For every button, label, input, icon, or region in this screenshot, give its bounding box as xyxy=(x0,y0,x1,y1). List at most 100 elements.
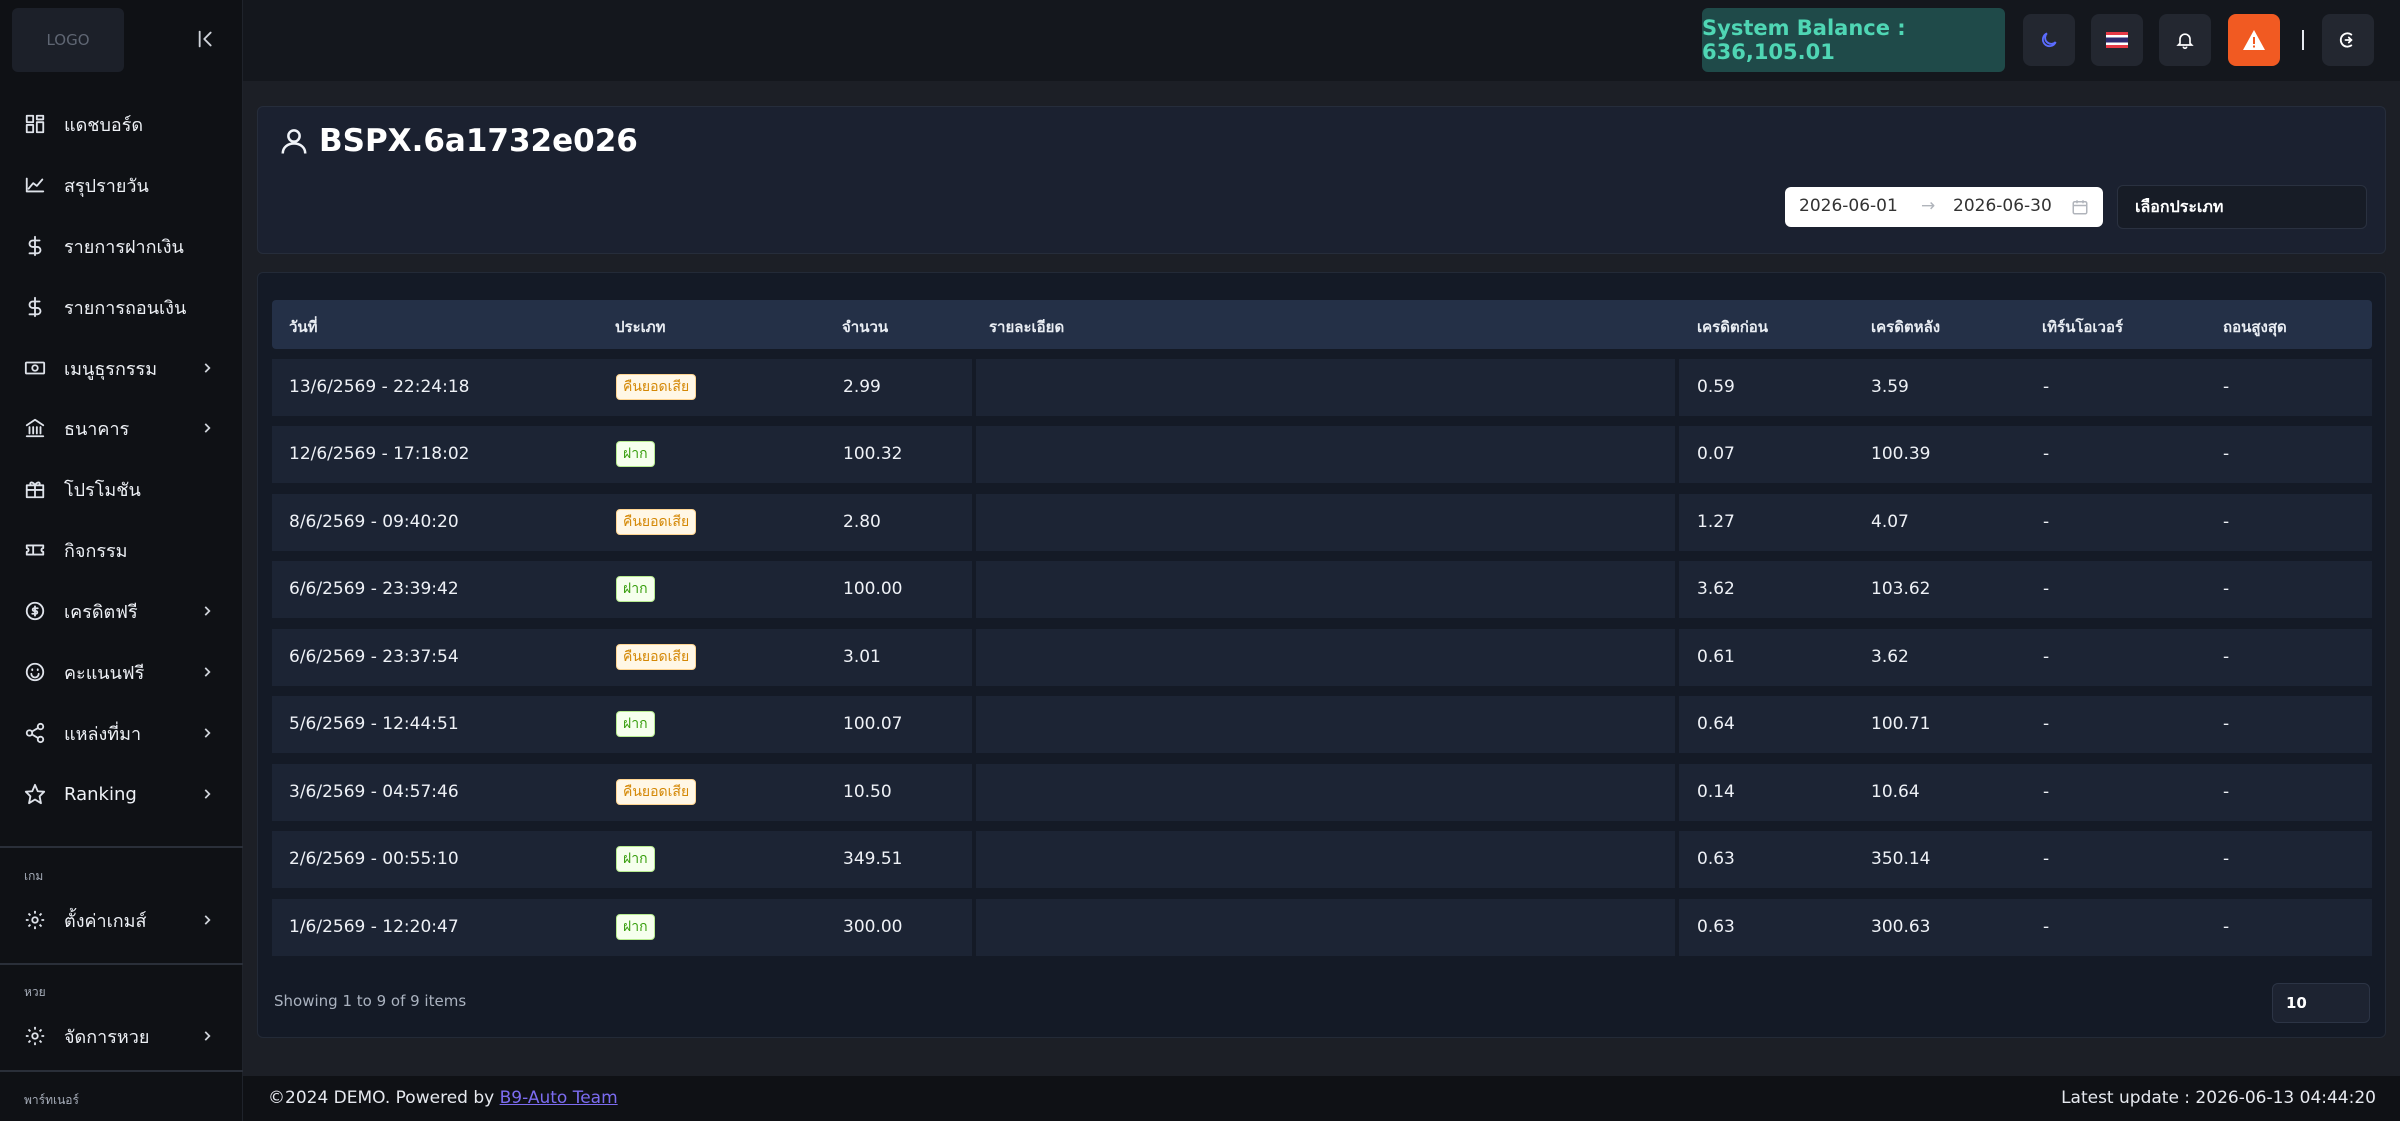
section-divider xyxy=(0,1070,243,1072)
sidebar-item-4[interactable]: เมนูธุรกรรม xyxy=(0,346,243,390)
type-badge: ฝาก xyxy=(616,846,655,872)
sidebar-item-0[interactable]: แดชบอร์ด xyxy=(0,102,243,146)
sidebar-item-game-settings[interactable]: ตั้งค่าเกมส์ xyxy=(0,898,243,942)
cell-divider xyxy=(1675,629,1679,686)
column-header-max-withdraw[interactable]: ถอนสูงสุด xyxy=(2223,315,2287,339)
cell-max-withdraw: - xyxy=(2223,444,2230,464)
cell-date: 1/6/2569 - 12:20:47 xyxy=(289,917,459,937)
cell-divider xyxy=(972,899,976,956)
bell-icon xyxy=(2176,33,2194,50)
cell-divider xyxy=(972,831,976,888)
cell-turnover: - xyxy=(2043,512,2050,532)
sidebar-item-6[interactable]: โปรโมชัน xyxy=(0,467,243,511)
bank-icon xyxy=(25,418,45,438)
topbar xyxy=(243,0,2400,81)
cell-credit-before: 3.62 xyxy=(1697,579,1735,599)
cell-credit-before: 0.63 xyxy=(1697,917,1735,937)
cell-max-withdraw: - xyxy=(2223,647,2230,667)
type-badge: คืนยอดเสีย xyxy=(616,374,697,400)
cell-amount: 10.50 xyxy=(843,782,892,802)
cell-max-withdraw: - xyxy=(2223,782,2230,802)
sidebar-item-label: สรุปรายวัน xyxy=(64,175,149,197)
cell-divider xyxy=(1675,696,1679,753)
cell-amount: 349.51 xyxy=(843,849,903,869)
cell-max-withdraw: - xyxy=(2223,917,2230,937)
sidebar-item-5[interactable]: ธนาคาร xyxy=(0,406,243,450)
sidebar-item-8[interactable]: เครดิตฟรี xyxy=(0,589,243,633)
pagination-info: Showing 1 to 9 of 9 items xyxy=(274,992,467,1010)
chart-area-icon xyxy=(25,177,45,193)
copyright: ©2024 DEMO. Powered by B9-Auto Team xyxy=(268,1088,618,1108)
logo[interactable]: LOGO xyxy=(12,8,124,72)
star-icon xyxy=(24,783,46,805)
type-select[interactable]: เลือกประเภท xyxy=(2117,185,2367,229)
cell-max-withdraw: - xyxy=(2223,512,2230,532)
page-size-select[interactable]: 10 xyxy=(2272,983,2370,1023)
cell-divider xyxy=(972,359,976,416)
column-header-turnover[interactable]: เทิร์นโอเวอร์ xyxy=(2042,315,2123,339)
sidebar-item-3[interactable]: รายการถอนเงิน xyxy=(0,285,243,329)
collapse-sidebar-icon[interactable] xyxy=(196,28,218,50)
cell-divider xyxy=(972,629,976,686)
cell-turnover: - xyxy=(2043,647,2050,667)
sidebar-item-2[interactable]: รายการฝากเงิน xyxy=(0,224,243,268)
chevron-right-icon xyxy=(204,728,211,738)
cell-turnover: - xyxy=(2043,714,2050,734)
date-from-input[interactable]: 2026-06-01 xyxy=(1799,196,1898,216)
column-header-detail[interactable]: รายละเอียด xyxy=(989,315,1064,339)
cell-amount: 100.07 xyxy=(843,714,903,734)
notifications-button[interactable] xyxy=(2159,14,2211,66)
cell-turnover: - xyxy=(2043,377,2050,397)
cell-credit-after: 103.62 xyxy=(1871,579,1931,599)
cell-credit-before: 1.27 xyxy=(1697,512,1735,532)
theme-toggle-button[interactable] xyxy=(2023,14,2075,66)
column-header-type[interactable]: ประเภท xyxy=(615,315,666,339)
powered-by-link[interactable]: B9-Auto Team xyxy=(500,1088,618,1108)
date-range-picker[interactable]: 2026-06-01 → 2026-06-30 xyxy=(1785,187,2103,227)
cell-credit-before: 0.63 xyxy=(1697,849,1735,869)
sidebar-item-1[interactable]: สรุปรายวัน xyxy=(0,163,243,207)
section-divider xyxy=(0,963,243,965)
arrow-right-icon: → xyxy=(1921,196,1936,216)
logout-icon xyxy=(2339,32,2353,48)
sidebar-item-11[interactable]: Ranking xyxy=(0,772,243,816)
dollar-icon xyxy=(28,296,42,318)
thai-flag-icon xyxy=(2106,32,2128,48)
cell-date: 6/6/2569 - 23:39:42 xyxy=(289,579,459,599)
table-row: 6/6/2569 - 23:37:54 คืนยอดเสีย 3.01 0.61 3.6… xyxy=(272,629,2372,686)
money-icon xyxy=(24,361,46,375)
sidebar-item-10[interactable]: แหล่งที่มา xyxy=(0,711,243,755)
table-row: 13/6/2569 - 22:24:18 คืนยอดเสีย 2.99 0.59 3.… xyxy=(272,359,2372,416)
cell-max-withdraw: - xyxy=(2223,579,2230,599)
sidebar-item-7[interactable]: กิจกรรม xyxy=(0,528,243,572)
column-header-date[interactable]: วันที่ xyxy=(289,315,318,339)
section-divider xyxy=(0,846,243,848)
table-row: 6/6/2569 - 23:39:42 ฝาก 100.00 3.62 103.62 - - xyxy=(272,561,2372,618)
cell-divider xyxy=(972,494,976,551)
type-badge: คืนยอดเสีย xyxy=(616,644,697,670)
date-to-input[interactable]: 2026-06-30 xyxy=(1953,196,2052,216)
language-button[interactable] xyxy=(2091,14,2143,66)
logout-button[interactable] xyxy=(2322,14,2374,66)
column-header-amount[interactable]: จำนวน xyxy=(842,315,888,339)
column-header-credit-before[interactable]: เครดิตก่อน xyxy=(1697,315,1768,339)
type-badge: คืนยอดเสีย xyxy=(616,779,697,805)
topbar-separator xyxy=(2302,30,2304,50)
column-header-credit-after[interactable]: เครดิตหลัง xyxy=(1871,315,1940,339)
system-balance: System Balance : 636,105.01 xyxy=(1702,8,2005,72)
cell-credit-before: 0.07 xyxy=(1697,444,1735,464)
calendar-icon xyxy=(2072,200,2088,215)
sidebar: LOGO แดชบอร์ดสรุปรายวันรายการฝากเงินรายก… xyxy=(0,0,243,1121)
sidebar-item-label: Ranking xyxy=(64,783,137,805)
footer: ©2024 DEMO. Powered by B9-Auto Team Late… xyxy=(243,1076,2400,1121)
gift-icon xyxy=(25,481,45,499)
cell-amount: 300.00 xyxy=(843,917,903,937)
sidebar-item-lotto[interactable]: จัดการหวย xyxy=(0,1014,243,1058)
sidebar-item-9[interactable]: คะแนนฟรี xyxy=(0,650,243,694)
alert-button[interactable] xyxy=(2228,14,2280,66)
cell-credit-after: 300.63 xyxy=(1871,917,1931,937)
moon-icon xyxy=(2041,32,2057,48)
cell-amount: 2.99 xyxy=(843,377,881,397)
cell-amount: 2.80 xyxy=(843,512,881,532)
cell-date: 5/6/2569 - 12:44:51 xyxy=(289,714,459,734)
